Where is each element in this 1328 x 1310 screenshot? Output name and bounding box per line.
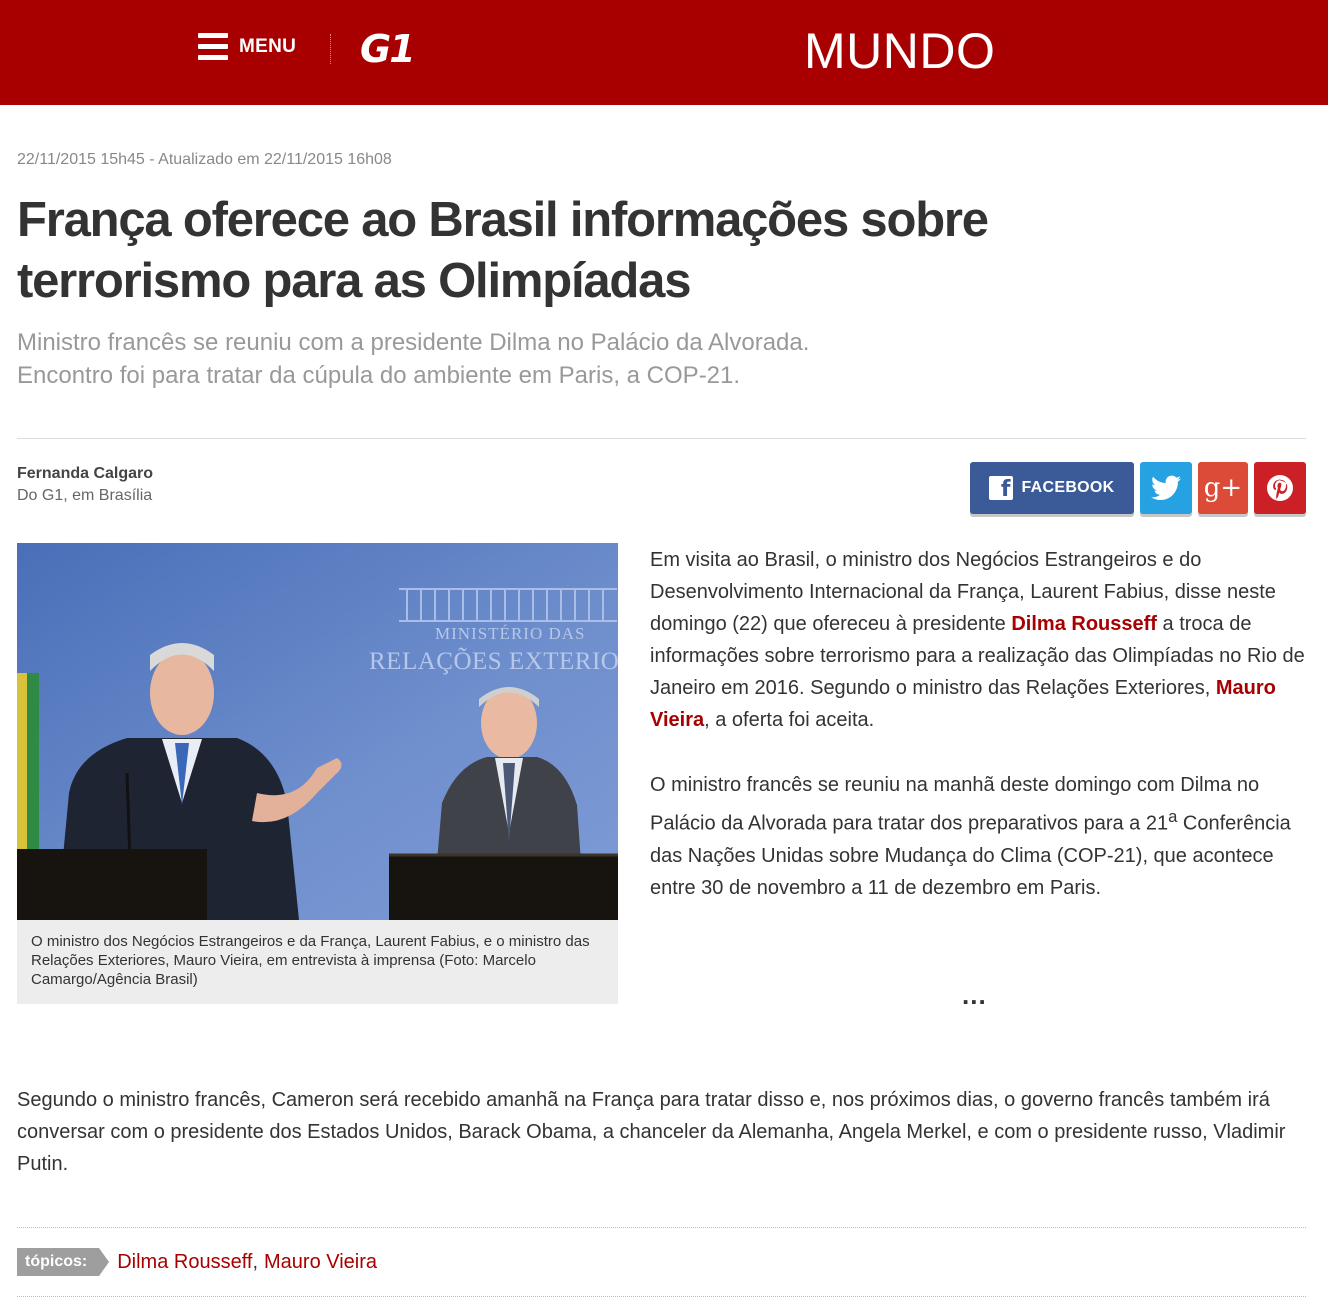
topic-separator: , bbox=[252, 1250, 259, 1273]
backdrop-sign-line-1: MINISTÉRIO DAS bbox=[435, 624, 585, 643]
g1-logo[interactable]: G1 bbox=[360, 27, 416, 71]
topic-link-dilma-rousseff[interactable]: Dilma Rousseff bbox=[117, 1251, 252, 1274]
article-figure: MINISTÉRIO DAS RELAÇÕES EXTERIORES O min… bbox=[17, 543, 618, 1004]
top-bar: MENU G1 MUNDO bbox=[0, 0, 1328, 105]
divider bbox=[17, 438, 1306, 439]
author-name: Fernanda Calgaro bbox=[17, 465, 154, 482]
topics-label: tópicos: bbox=[17, 1248, 110, 1276]
article-photo[interactable]: MINISTÉRIO DAS RELAÇÕES EXTERIORES bbox=[17, 543, 618, 920]
article-body-column: Em visita ao Brasil, o ministro dos Negó… bbox=[650, 544, 1306, 937]
facebook-icon: f bbox=[989, 476, 1014, 502]
menu-button[interactable]: MENU bbox=[198, 33, 296, 61]
paragraph-3: Segundo o ministro francês, Cameron será… bbox=[17, 1089, 1286, 1175]
photo-caption: O ministro dos Negócios Estrangeiros e d… bbox=[31, 933, 590, 988]
topics-bottom-divider bbox=[17, 1296, 1306, 1297]
twitter-share-button[interactable] bbox=[1140, 462, 1192, 514]
menu-label: MENU bbox=[239, 36, 297, 57]
facebook-share-button[interactable]: f FACEBOOK bbox=[970, 462, 1134, 514]
topics-bar: tópicos: Dilma Rousseff , Mauro Vieira bbox=[17, 1248, 377, 1276]
google-plus-share-button[interactable]: g+ bbox=[1198, 462, 1248, 514]
subtitle-line-1: Ministro francês se reuniu com a preside… bbox=[17, 329, 810, 356]
press-conference-photo: MINISTÉRIO DAS RELAÇÕES EXTERIORES bbox=[17, 543, 618, 920]
paragraph-1-text-c: , a oferta foi aceita. bbox=[704, 709, 875, 731]
author-source: Do G1, em Brasília bbox=[17, 487, 153, 504]
link-dilma-rousseff[interactable]: Dilma Rousseff bbox=[1011, 613, 1157, 635]
subtitle-line-2: Encontro foi para tratar da cúpula do am… bbox=[17, 362, 741, 389]
topics-top-divider bbox=[17, 1227, 1306, 1228]
article-subtitle: Ministro francês se reuniu com a preside… bbox=[17, 326, 1117, 392]
twitter-bird-icon bbox=[1151, 475, 1181, 500]
header-divider bbox=[330, 34, 331, 64]
google-plus-icon: g+ bbox=[1203, 473, 1243, 503]
paragraph-1: Em visita ao Brasil, o ministro dos Negó… bbox=[650, 544, 1306, 736]
pinterest-icon bbox=[1267, 475, 1293, 501]
article-headline: França oferece ao Brasil informações sob… bbox=[17, 193, 989, 308]
facebook-share-label: FACEBOOK bbox=[1021, 479, 1115, 496]
topic-link-mauro-vieira[interactable]: Mauro Vieira bbox=[264, 1251, 377, 1274]
hamburger-icon bbox=[198, 33, 228, 61]
section-title[interactable]: MUNDO bbox=[804, 22, 995, 80]
date-line: 22/11/2015 15h45 - Atualizado em 22/11/2… bbox=[17, 151, 392, 168]
content-ellipsis: ... bbox=[962, 980, 987, 1010]
paragraph-2: O ministro francês se reuniu na manhã de… bbox=[650, 769, 1306, 904]
ordinal-superscript: a bbox=[1168, 807, 1178, 826]
backdrop-sign-line-2: RELAÇÕES EXTERIORES bbox=[369, 647, 618, 675]
pinterest-share-button[interactable] bbox=[1254, 462, 1306, 514]
